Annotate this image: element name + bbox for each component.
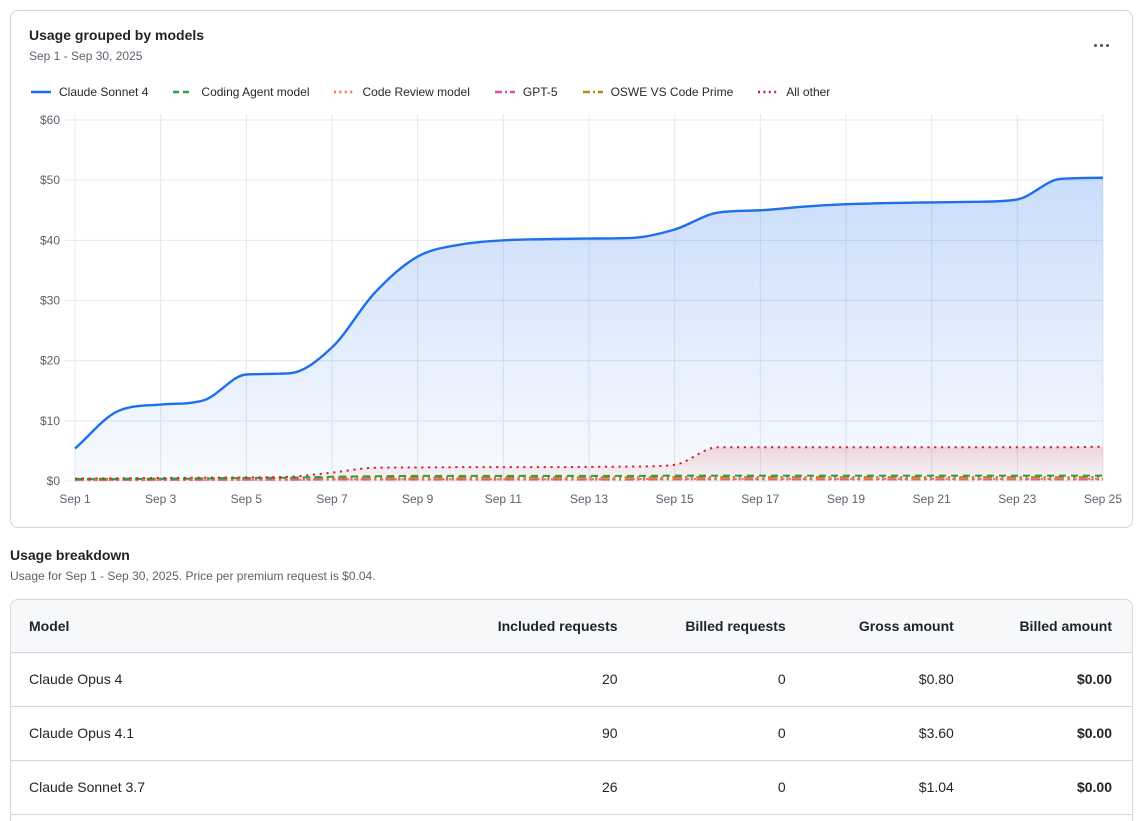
usage-breakdown-table: Model Included requests Billed requests … [11, 600, 1132, 821]
kebab-horizontal-icon [1094, 44, 1097, 47]
svg-text:Sep 23: Sep 23 [998, 492, 1036, 506]
table-row: Claude Opus 4.1 90 0 $3.60 $0.00 [11, 706, 1132, 760]
legend-swatch-icon [757, 89, 779, 95]
svg-text:Sep 11: Sep 11 [485, 492, 522, 506]
svg-text:Sep 13: Sep 13 [570, 492, 608, 506]
billed-amount-cell: $0.00 [964, 706, 1132, 760]
legend-item-claude-sonnet-4[interactable]: Claude Sonnet 4 [30, 85, 148, 99]
gross-amount-cell: $1.04 [796, 760, 964, 814]
billed-requests-cell: 0 [628, 760, 796, 814]
billed-requests-cell: 0 [628, 652, 796, 706]
column-header-gross-amount: Gross amount [796, 600, 964, 652]
included-requests-cell: 20 [459, 652, 627, 706]
usage-chart-svg: $0 $10 $20 $30 $40 $50 $60 Sep 1 Sep 3 Sep 5 Sep 7… [11, 106, 1132, 521]
kebab-horizontal-icon [1100, 44, 1103, 47]
column-header-billed-requests: Billed requests [628, 600, 796, 652]
column-header-billed-amount: Billed amount [964, 600, 1132, 652]
legend-swatch-icon [582, 89, 604, 95]
usage-breakdown-table-card: Model Included requests Billed requests … [10, 599, 1133, 821]
svg-text:Sep 3: Sep 3 [145, 492, 177, 506]
svg-text:$50: $50 [40, 173, 60, 187]
svg-text:Sep 7: Sep 7 [316, 492, 348, 506]
copilot-usage-page: { "chart_card": { "title": "Usage groupe… [0, 0, 1137, 821]
gross-amount-cell: $3.60 [796, 706, 964, 760]
legend-label: All other [786, 85, 830, 99]
legend-label: Code Review model [362, 85, 469, 99]
usage-chart-card: Usage grouped by models Sep 1 - Sep 30, … [10, 10, 1133, 528]
model-cell: Claude Sonnet 3.7 [11, 760, 459, 814]
model-cell: Claude Opus 4.1 [11, 706, 459, 760]
legend-swatch-icon [30, 89, 52, 95]
svg-text:Sep 9: Sep 9 [402, 492, 434, 506]
svg-text:Sep 17: Sep 17 [741, 492, 779, 506]
model-cell: Claude Opus 4 [11, 652, 459, 706]
table-row: Claude Sonnet 3.7 26 0 $1.04 $0.00 [11, 760, 1132, 814]
svg-text:$40: $40 [40, 233, 60, 247]
chart-date-range: Sep 1 - Sep 30, 2025 [29, 49, 142, 63]
legend-label: Coding Agent model [201, 85, 309, 99]
svg-text:$20: $20 [40, 354, 60, 368]
kebab-horizontal-icon [1106, 44, 1109, 47]
column-header-model: Model [11, 600, 459, 652]
gross-amount-cell: $0.80 [796, 652, 964, 706]
column-header-included-requests: Included requests [459, 600, 627, 652]
usage-line-chart: $0 $10 $20 $30 $40 $50 $60 Sep 1 Sep 3 Sep 5 Sep 7… [11, 106, 1132, 521]
billed-requests-cell: 0 [628, 706, 796, 760]
legend-swatch-icon [494, 89, 516, 95]
usage-breakdown-title: Usage breakdown [10, 547, 130, 563]
legend-label: Claude Sonnet 4 [59, 85, 148, 99]
billed-amount-cell: $0.00 [964, 652, 1132, 706]
svg-text:$60: $60 [40, 113, 60, 127]
svg-text:$0: $0 [47, 474, 61, 488]
legend-item-oswe-vs-code-prime[interactable]: OSWE VS Code Prime [582, 85, 734, 99]
chart-legend: Claude Sonnet 4 Coding Agent model Code … [30, 85, 830, 99]
billed-amount-cell: $0.00 [964, 760, 1132, 814]
legend-item-code-review-model[interactable]: Code Review model [333, 85, 469, 99]
svg-text:Sep 15: Sep 15 [656, 492, 694, 506]
legend-swatch-icon [172, 89, 194, 95]
table-header-row: Model Included requests Billed requests … [11, 600, 1132, 652]
svg-text:$10: $10 [40, 414, 60, 428]
included-requests-cell: 26 [459, 760, 627, 814]
legend-item-coding-agent-model[interactable]: Coding Agent model [172, 85, 309, 99]
table-row: Claude Opus 4 20 0 $0.80 $0.00 [11, 652, 1132, 706]
svg-text:Sep 25: Sep 25 [1084, 492, 1122, 506]
legend-item-gpt-5[interactable]: GPT-5 [494, 85, 558, 99]
legend-swatch-icon [333, 89, 355, 95]
legend-label: OSWE VS Code Prime [611, 85, 734, 99]
usage-breakdown-subtitle: Usage for Sep 1 - Sep 30, 2025. Price pe… [10, 569, 376, 583]
x-axis-labels: Sep 1 Sep 3 Sep 5 Sep 7 Sep 9 Sep 11 Sep 13 Sep… [59, 492, 1122, 506]
included-requests-cell: 90 [459, 706, 627, 760]
y-axis-labels: $0 $10 $20 $30 $40 $50 $60 [40, 113, 60, 488]
svg-text:Sep 21: Sep 21 [913, 492, 951, 506]
svg-text:Sep 1: Sep 1 [59, 492, 91, 506]
svg-text:$30: $30 [40, 294, 60, 308]
table-row-partial [11, 814, 1132, 821]
chart-options-button[interactable] [1086, 33, 1116, 57]
legend-item-all-other[interactable]: All other [757, 85, 830, 99]
svg-text:Sep 5: Sep 5 [231, 492, 263, 506]
svg-text:Sep 19: Sep 19 [827, 492, 865, 506]
chart-title: Usage grouped by models [29, 27, 204, 43]
legend-label: GPT-5 [523, 85, 558, 99]
